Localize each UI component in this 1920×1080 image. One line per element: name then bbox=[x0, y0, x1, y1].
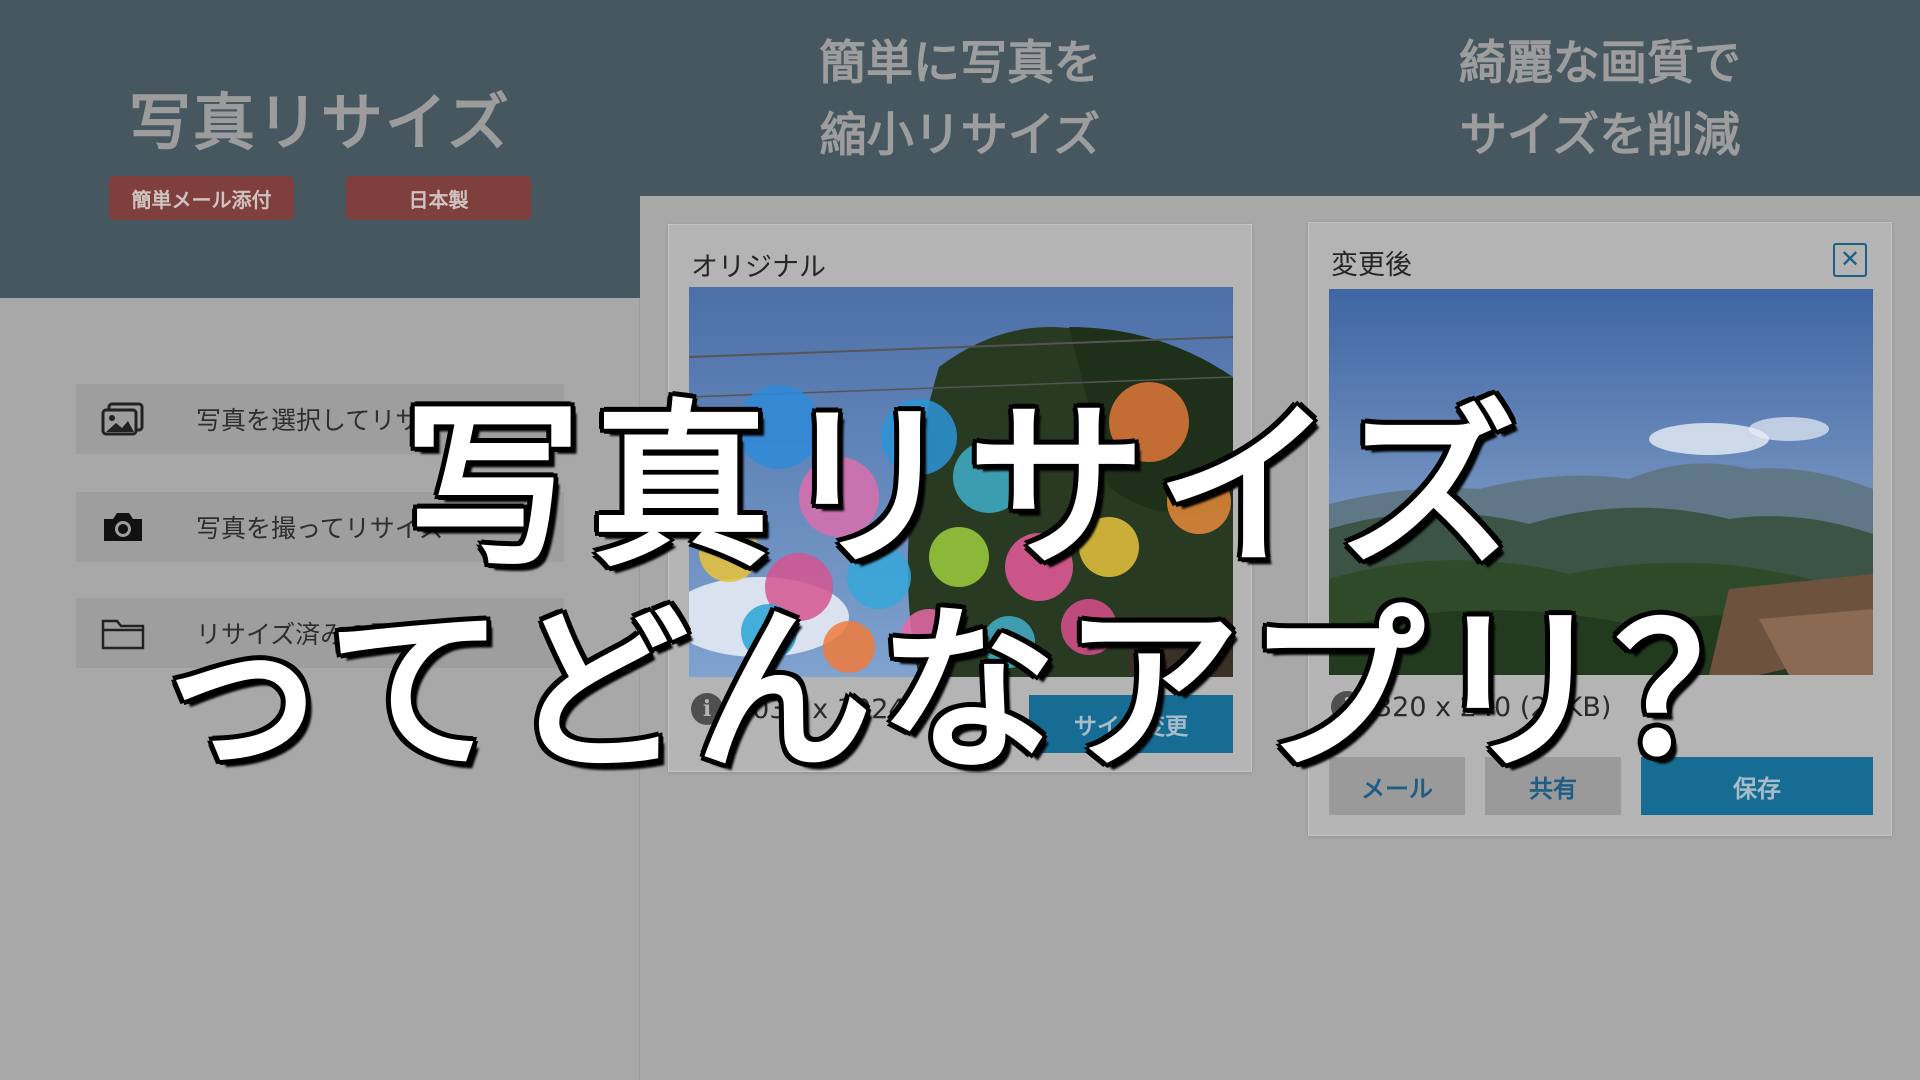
middle-header-line2: 縮小リサイズ bbox=[819, 108, 1101, 163]
close-icon[interactable]: ✕ bbox=[1833, 243, 1867, 277]
right-header-line2: サイズを削減 bbox=[1459, 108, 1741, 163]
right-header-text: 綺麗な画質で サイズを削減 bbox=[1280, 28, 1920, 172]
middle-header-text: 簡単に写真を 縮小リサイズ bbox=[640, 28, 1280, 172]
middle-header-line1: 簡単に写真を bbox=[819, 36, 1101, 91]
badge-mail-attach: 簡単メール添付 bbox=[109, 176, 294, 220]
right-header-line1: 綺麗な画質で bbox=[1459, 36, 1741, 91]
middle-header: 簡単に写真を 縮小リサイズ bbox=[640, 0, 1280, 196]
original-card-title: オリジナル bbox=[691, 252, 826, 283]
resized-card-title: 変更後 bbox=[1331, 250, 1412, 281]
overlay-title-line2: ってどんなアプリ？ bbox=[151, 588, 1799, 795]
left-header: 写真リサイズ 簡単メール添付 日本製 bbox=[0, 0, 640, 298]
right-header: 綺麗な画質で サイズを削減 bbox=[1280, 0, 1920, 196]
screen: 写真リサイズ 簡単メール添付 日本製 写真を選択してリサイズ 写真を撮ってリサイ… bbox=[0, 0, 1920, 1080]
badge-made-in-japan: 日本製 bbox=[346, 176, 531, 220]
app-title: 写真リサイズ bbox=[128, 86, 512, 159]
